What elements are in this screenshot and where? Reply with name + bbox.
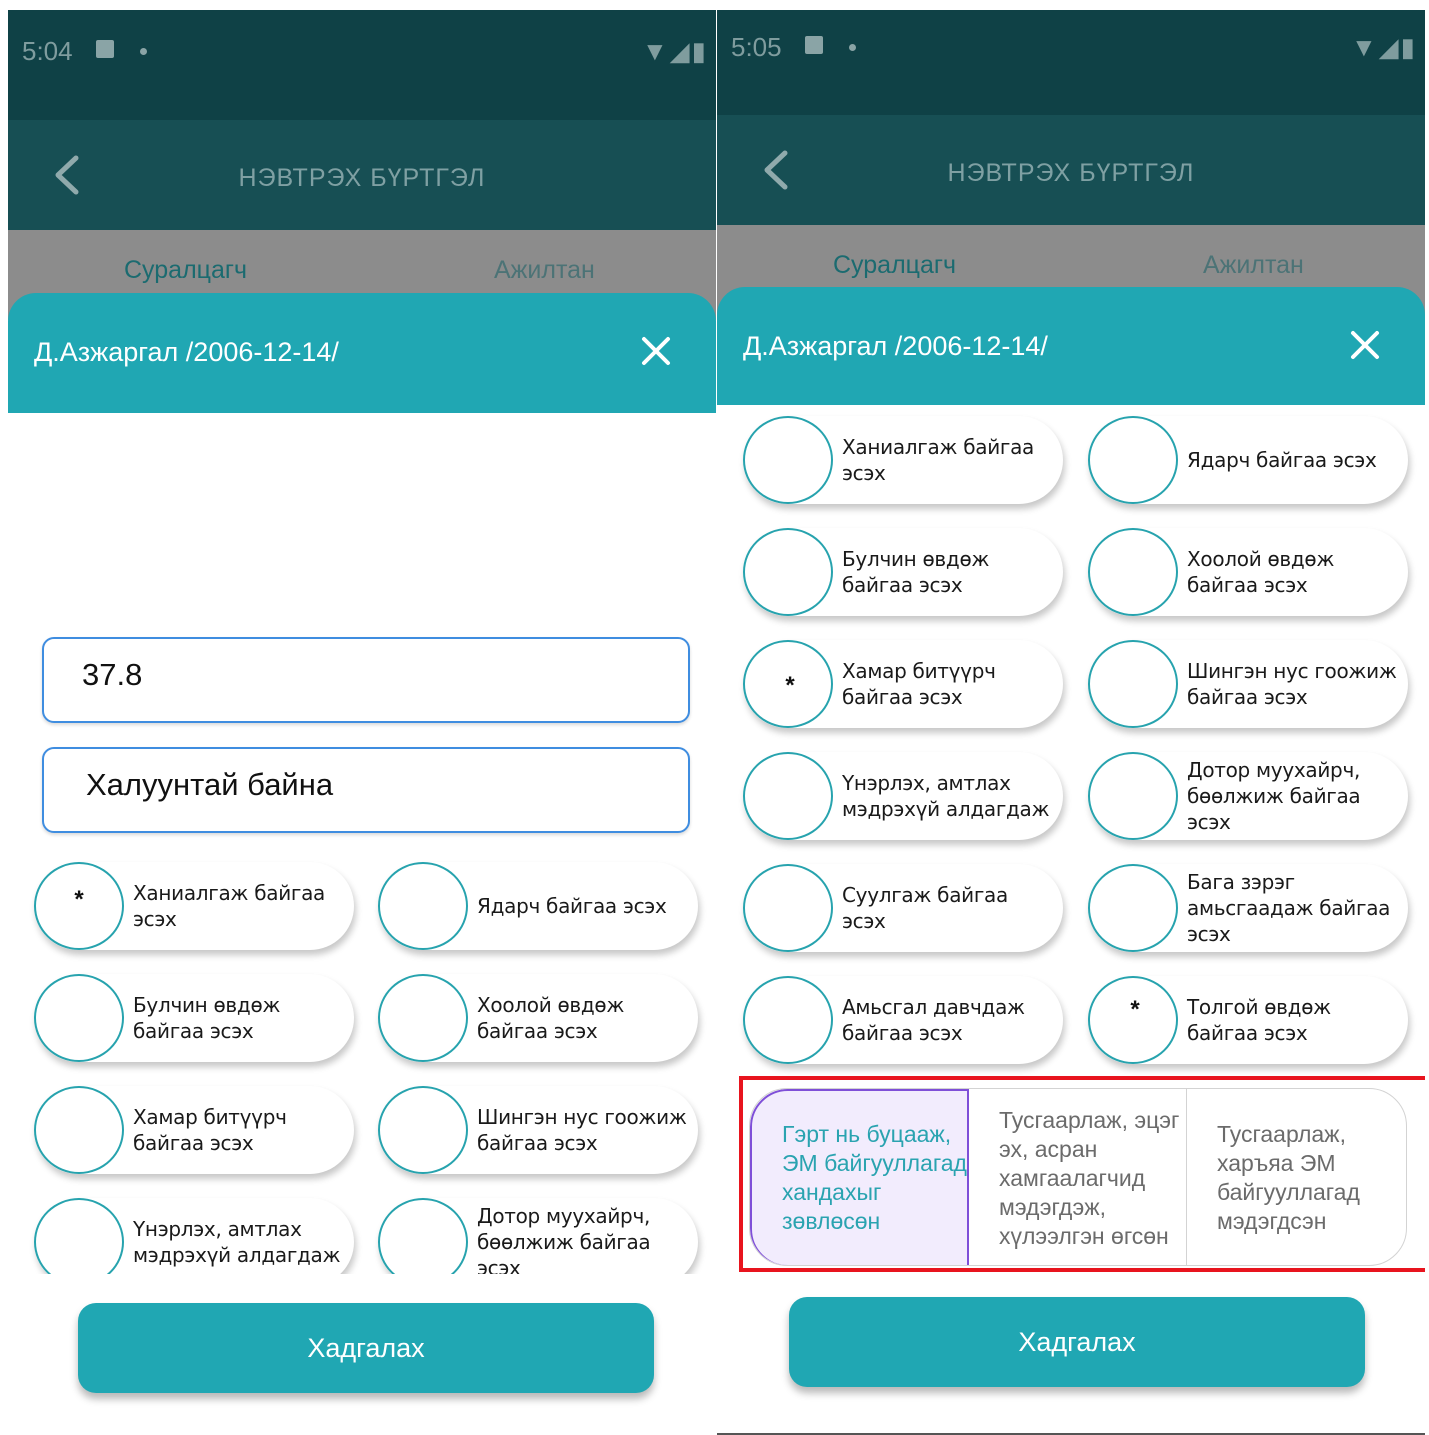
symptom-chip[interactable]: Булчин өвдөж байгаа эсэх [743, 528, 1063, 616]
screen-right: 5:05 ▼◢▮ НЭВТРЭХ БҮРТГЭЛ Суралцагч Ажилт… [717, 10, 1425, 1435]
save-button[interactable]: Хадгалах [789, 1297, 1365, 1387]
symptom-checkbox[interactable]: * [743, 640, 833, 728]
symptom-chip[interactable]: Үнэрлэх, амтлах мэдрэхүй алдагдаж [743, 752, 1063, 840]
symptom-chip[interactable]: Хоолой өвдөж байгаа эсэх [378, 974, 698, 1062]
symptom-label: Хамар битүүрч байгаа эсэх [842, 659, 996, 709]
status-time: 5:04 [22, 36, 73, 66]
symptom-checkbox[interactable] [1088, 864, 1178, 952]
note-value: Халуунтай байна [86, 767, 334, 802]
symptom-checkbox[interactable] [743, 976, 833, 1064]
close-icon[interactable] [638, 333, 674, 369]
symptom-label: Хамар битүүрч байгаа эсэх [133, 1105, 287, 1155]
app-bar: НЭВТРЭХ БҮРТГЭЛ [717, 115, 1425, 225]
symptom-checkbox[interactable] [1088, 416, 1178, 504]
symptom-mark: * [74, 886, 84, 913]
symptom-label: Амьсгал давчдаж байгаа эсэх [842, 995, 1025, 1045]
symptom-chip[interactable]: Шингэн нус гоожиж байгаа эсэх [1088, 640, 1408, 728]
symptom-mark: * [785, 672, 795, 699]
symptom-checkbox[interactable] [378, 974, 468, 1062]
symptom-label: Үнэрлэх, амтлах мэдрэхүй алдагдаж [133, 1217, 341, 1267]
sheet-title: Д.Азжаргал /2006-12-14/ [743, 331, 1048, 361]
symptom-label: Ядарч байгаа эсэх [477, 894, 667, 918]
status-bar: 5:04 ▼◢▮ [8, 10, 716, 120]
temperature-input[interactable]: 37.8 [42, 637, 690, 723]
page-title: НЭВТРЭХ БҮРТГЭЛ [947, 159, 1195, 187]
notification-dot-icon [140, 48, 147, 55]
symptom-label: Бага зэрэг амьсгаадаж байгаа эсэх [1187, 870, 1391, 946]
notification-dot-icon [849, 44, 856, 51]
app-bar: НЭВТРЭХ БҮРТГЭЛ [8, 120, 716, 230]
symptom-checkbox[interactable] [378, 1086, 468, 1174]
symptom-chip[interactable]: Амьсгал давчдаж байгаа эсэх [743, 976, 1063, 1064]
symptom-label: Ханиалгаж байгаа эсэх [842, 435, 1035, 485]
symptom-checkbox[interactable] [34, 974, 124, 1062]
tab-staff[interactable]: Ажилтан [1203, 251, 1304, 280]
tab-staff[interactable]: Ажилтан [494, 256, 595, 285]
symptom-chip[interactable]: * Толгой өвдөж байгаа эсэх [1088, 976, 1408, 1064]
symptom-checkbox[interactable] [1088, 752, 1178, 840]
status-time: 5:05 [731, 32, 782, 62]
symptom-checkbox[interactable] [743, 864, 833, 952]
symptom-checkbox[interactable] [743, 528, 833, 616]
tab-student[interactable]: Суралцагч [124, 256, 247, 285]
symptom-label: Булчин өвдөж байгаа эсэх [133, 993, 281, 1043]
symptom-chip[interactable]: Хамар битүүрч байгаа эсэх [34, 1086, 354, 1174]
symptom-mark: * [1130, 996, 1140, 1023]
symptom-label: Шингэн нус гоожиж байгаа эсэх [477, 1105, 687, 1155]
symptom-chip[interactable]: * Хамар битүүрч байгаа эсэх [743, 640, 1063, 728]
symptom-checkbox[interactable] [743, 416, 833, 504]
symptom-checkbox[interactable] [378, 1198, 468, 1286]
note-input[interactable]: Халуунтай байна [42, 747, 690, 833]
symptom-chip[interactable]: Ядарч байгаа эсэх [378, 862, 698, 950]
symptom-chip[interactable]: Шингэн нус гоожиж байгаа эсэх [378, 1086, 698, 1174]
tab-student[interactable]: Суралцагч [833, 251, 956, 280]
symptom-checkbox[interactable]: * [1088, 976, 1178, 1064]
signal-battery-icons: ▼◢▮ [641, 36, 708, 66]
symptom-label: Хоолой өвдөж байгаа эсэх [1187, 547, 1335, 597]
symptom-label: Ханиалгаж байгаа эсэх [133, 881, 326, 931]
symptom-checkbox[interactable] [378, 862, 468, 950]
sheet-header: Д.Азжаргал /2006-12-14/ [717, 287, 1425, 405]
symptom-chip[interactable]: * Ханиалгаж байгаа эсэх [34, 862, 354, 950]
symptom-label: Хоолой өвдөж байгаа эсэх [477, 993, 625, 1043]
action-option-send-home[interactable]: Гэрт нь буцааж, ЭМ байгууллагад хандахыг… [750, 1089, 969, 1265]
symptom-label: Ядарч байгаа эсэх [1187, 448, 1377, 472]
notification-icon [96, 40, 114, 58]
save-button[interactable]: Хадгалах [78, 1303, 654, 1393]
symptom-chip[interactable]: Хоолой өвдөж байгаа эсэх [1088, 528, 1408, 616]
page-title: НЭВТРЭХ БҮРТГЭЛ [238, 164, 486, 192]
symptom-label: Үнэрлэх, амтлах мэдрэхүй алдагдаж [842, 771, 1050, 821]
sheet-title: Д.Азжаргал /2006-12-14/ [34, 337, 339, 367]
status-bar: 5:05 ▼◢▮ [717, 10, 1425, 115]
action-option-isolate-notify-parents[interactable]: Тусгаарлаж, эцэг эх, асран хамгаалагчид … [969, 1089, 1187, 1265]
temperature-value: 37.8 [82, 657, 143, 692]
symptom-checkbox[interactable] [1088, 640, 1178, 728]
sheet-header: Д.Азжаргал /2006-12-14/ [8, 293, 716, 413]
notification-icon [805, 36, 823, 54]
symptom-checkbox[interactable] [34, 1086, 124, 1174]
action-option-isolate-notify-health[interactable]: Тусгаарлаж, харъяа ЭМ байгууллагад мэдэг… [1187, 1089, 1406, 1265]
symptom-chip[interactable]: Үнэрлэх, амтлах мэдрэхүй алдагдаж [34, 1198, 354, 1286]
screen-left: 5:04 ▼◢▮ НЭВТРЭХ БҮРТГЭЛ Суралцагч Ажилт… [8, 10, 716, 1410]
symptom-chip[interactable]: Бага зэрэг амьсгаадаж байгаа эсэх [1088, 864, 1408, 952]
symptom-label: Дотор муухайрч, бөөлжиж байгаа эсэх [477, 1204, 651, 1280]
symptom-checkbox[interactable] [34, 1198, 124, 1286]
symptom-chip[interactable]: Ханиалгаж байгаа эсэх [743, 416, 1063, 504]
symptom-label: Булчин өвдөж байгаа эсэх [842, 547, 990, 597]
symptom-label: Шингэн нус гоожиж байгаа эсэх [1187, 659, 1397, 709]
close-icon[interactable] [1347, 327, 1383, 363]
action-segmented-control: Гэрт нь буцааж, ЭМ байгууллагад хандахыг… [749, 1088, 1407, 1266]
symptom-chip[interactable]: Булчин өвдөж байгаа эсэх [34, 974, 354, 1062]
signal-battery-icons: ▼◢▮ [1350, 32, 1417, 62]
symptom-chip[interactable]: Дотор муухайрч, бөөлжиж байгаа эсэх [1088, 752, 1408, 840]
symptom-checkbox[interactable]: * [34, 862, 124, 950]
symptom-checkbox[interactable] [1088, 528, 1178, 616]
symptom-chip[interactable]: Ядарч байгаа эсэх [1088, 416, 1408, 504]
symptom-label: Толгой өвдөж байгаа эсэх [1187, 995, 1331, 1045]
symptom-label: Суулгаж байгаа эсэх [842, 883, 1008, 933]
symptom-chip[interactable]: Дотор муухайрч, бөөлжиж байгаа эсэх [378, 1198, 698, 1286]
symptom-checkbox[interactable] [743, 752, 833, 840]
symptom-chip[interactable]: Суулгаж байгаа эсэх [743, 864, 1063, 952]
symptom-label: Дотор муухайрч, бөөлжиж байгаа эсэх [1187, 758, 1361, 834]
